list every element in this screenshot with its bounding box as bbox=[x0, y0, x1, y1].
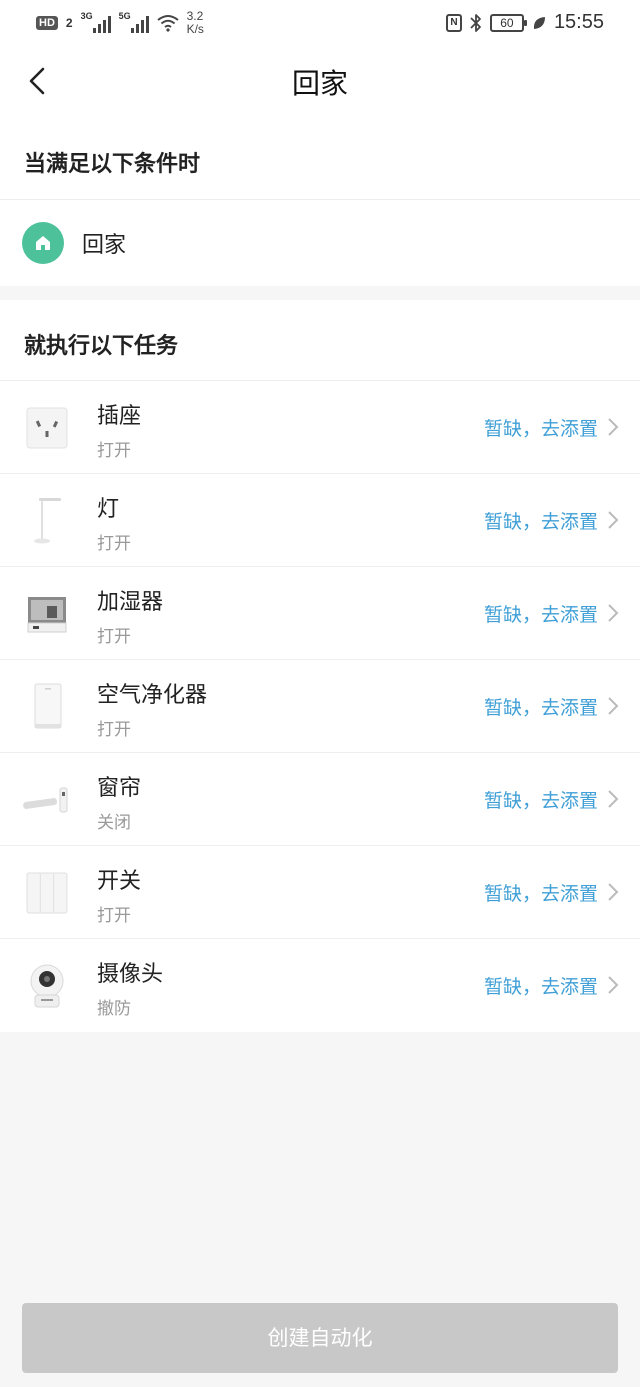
task-state: 关闭 bbox=[97, 813, 131, 833]
humidifier-icon bbox=[22, 589, 72, 639]
task-state: 打开 bbox=[97, 441, 131, 461]
task-name: 插座 bbox=[97, 404, 142, 429]
clock: 15:55 bbox=[553, 11, 604, 33]
signal-3g-label: 3G bbox=[80, 11, 93, 21]
speed-value: 3.2 bbox=[186, 9, 204, 23]
signal-5g-icon: 5G bbox=[118, 11, 149, 33]
home-icon bbox=[22, 222, 64, 264]
tasks-section: 就执行以下任务 插座 打开 暂缺，去添置 灯 打开 暂缺，去添置 加湿器 打开 … bbox=[0, 300, 640, 1032]
hd-number: 2 bbox=[65, 16, 73, 30]
chevron-right-icon bbox=[608, 511, 619, 529]
task-state: 打开 bbox=[97, 906, 131, 926]
socket-icon bbox=[22, 403, 72, 453]
bluetooth-icon bbox=[470, 13, 481, 32]
network-speed: 3.2 K/s bbox=[187, 10, 204, 36]
nav-bar: 回家 bbox=[0, 50, 640, 112]
status-right: N 60 15:55 bbox=[445, 11, 604, 34]
chevron-right-icon bbox=[608, 790, 619, 808]
wall-switch-icon bbox=[22, 868, 72, 918]
task-row-switch[interactable]: 开关 打开 暂缺，去添置 bbox=[0, 846, 640, 939]
add-device-link[interactable]: 暂缺，去添置 bbox=[484, 600, 598, 627]
condition-item[interactable]: 回家 bbox=[0, 200, 640, 286]
condition-label: 回家 bbox=[82, 233, 127, 258]
nfc-icon: N bbox=[445, 13, 462, 32]
chevron-right-icon bbox=[608, 418, 619, 436]
task-state: 打开 bbox=[97, 627, 131, 647]
chevron-right-icon bbox=[608, 883, 619, 901]
speed-unit: K/s bbox=[186, 22, 204, 36]
page-title: 回家 bbox=[291, 67, 348, 100]
chevron-right-icon bbox=[608, 697, 619, 715]
task-state: 撤防 bbox=[97, 999, 131, 1019]
task-row-camera[interactable]: 摄像头 撤防 暂缺，去添置 bbox=[0, 939, 640, 1032]
add-device-link[interactable]: 暂缺，去添置 bbox=[484, 972, 598, 999]
task-row-air-purifier[interactable]: 空气净化器 打开 暂缺，去添置 bbox=[0, 660, 640, 753]
add-device-link[interactable]: 暂缺，去添置 bbox=[484, 879, 598, 906]
task-name: 开关 bbox=[97, 869, 142, 894]
task-row-lamp[interactable]: 灯 打开 暂缺，去添置 bbox=[0, 474, 640, 567]
task-row-humidifier[interactable]: 加湿器 打开 暂缺，去添置 bbox=[0, 567, 640, 660]
lamp-icon bbox=[22, 496, 72, 546]
task-name: 摄像头 bbox=[97, 962, 164, 987]
task-name: 灯 bbox=[97, 497, 120, 522]
battery-icon: 60 bbox=[489, 13, 527, 32]
status-bar: HD 2 3G 5G 3.2 K/s N 60 15:55 bbox=[0, 0, 640, 50]
status-left: HD 2 3G 5G 3.2 K/s bbox=[36, 10, 204, 36]
signal-3g-icon: 3G bbox=[80, 11, 111, 33]
add-device-link[interactable]: 暂缺，去添置 bbox=[484, 786, 598, 813]
wifi-icon bbox=[156, 15, 179, 32]
condition-heading: 当满足以下条件时 bbox=[24, 152, 201, 177]
chevron-right-icon bbox=[608, 976, 619, 994]
task-state: 打开 bbox=[97, 534, 131, 554]
task-name: 加湿器 bbox=[97, 590, 164, 615]
leaf-icon bbox=[533, 16, 545, 29]
add-device-link[interactable]: 暂缺，去添置 bbox=[484, 414, 598, 441]
create-automation-button[interactable]: 创建自动化 bbox=[22, 1303, 618, 1373]
add-device-link[interactable]: 暂缺，去添置 bbox=[484, 693, 598, 720]
task-name: 窗帘 bbox=[97, 776, 142, 801]
signal-5g-label: 5G bbox=[118, 11, 131, 21]
curtain-motor-icon bbox=[22, 775, 72, 825]
task-row-socket[interactable]: 插座 打开 暂缺，去添置 bbox=[0, 381, 640, 474]
camera-icon bbox=[22, 961, 72, 1011]
hd-badge: HD bbox=[36, 16, 58, 30]
tasks-heading: 就执行以下任务 bbox=[24, 334, 179, 359]
chevron-right-icon bbox=[608, 604, 619, 622]
task-row-curtain[interactable]: 窗帘 关闭 暂缺，去添置 bbox=[0, 753, 640, 846]
task-state: 打开 bbox=[97, 720, 131, 740]
air-purifier-icon bbox=[22, 682, 72, 732]
task-name: 空气净化器 bbox=[97, 683, 208, 708]
add-device-link[interactable]: 暂缺，去添置 bbox=[484, 507, 598, 534]
